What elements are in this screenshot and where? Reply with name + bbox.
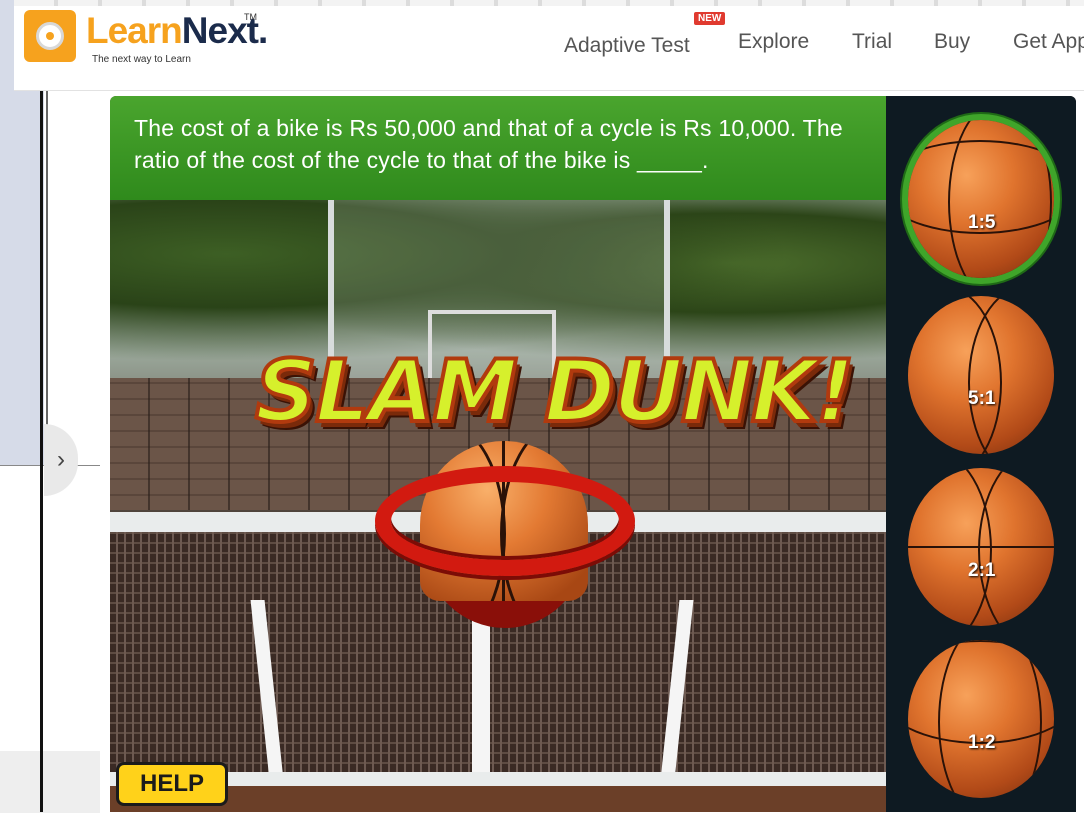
header-top-strip — [14, 0, 1084, 6]
logo-icon[interactable] — [24, 10, 76, 62]
help-button[interactable]: HELP — [116, 762, 228, 806]
answer-choices-panel: 1:5 5:1 2:1 1:2 — [886, 96, 1076, 812]
nav-get-app[interactable]: Get App — [1013, 30, 1084, 54]
answer-choice-1[interactable]: 1:5 — [908, 120, 1054, 278]
answer-choice-3[interactable]: 2:1 — [908, 468, 1054, 626]
chevron-right-icon: › — [57, 446, 65, 473]
nav-explore[interactable]: Explore — [738, 30, 809, 54]
divider-line — [40, 90, 43, 812]
logo-tagline: The next way to Learn — [92, 54, 191, 65]
answer-choice-2[interactable]: 5:1 — [908, 296, 1054, 454]
slam-dunk-game: The cost of a bike is Rs 50,000 and that… — [110, 96, 1076, 812]
question-text: The cost of a bike is Rs 50,000 and that… — [134, 115, 843, 173]
nav-adaptive-test[interactable]: Adaptive Test — [564, 34, 690, 58]
answer-choice-4[interactable]: 1:2 — [908, 640, 1054, 798]
site-header: LearnNext. TM The next way to Learn NEW … — [14, 0, 1084, 91]
nav-trial[interactable]: Trial — [852, 30, 892, 54]
hoop-rim — [375, 466, 635, 576]
logo-wordmark[interactable]: LearnNext. — [86, 10, 268, 52]
background-page-lower — [0, 465, 100, 813]
trademark-mark: TM — [244, 12, 257, 22]
new-badge: NEW — [694, 12, 726, 25]
question-banner: The cost of a bike is Rs 50,000 and that… — [110, 96, 886, 200]
nav-buy[interactable]: Buy — [934, 30, 970, 54]
